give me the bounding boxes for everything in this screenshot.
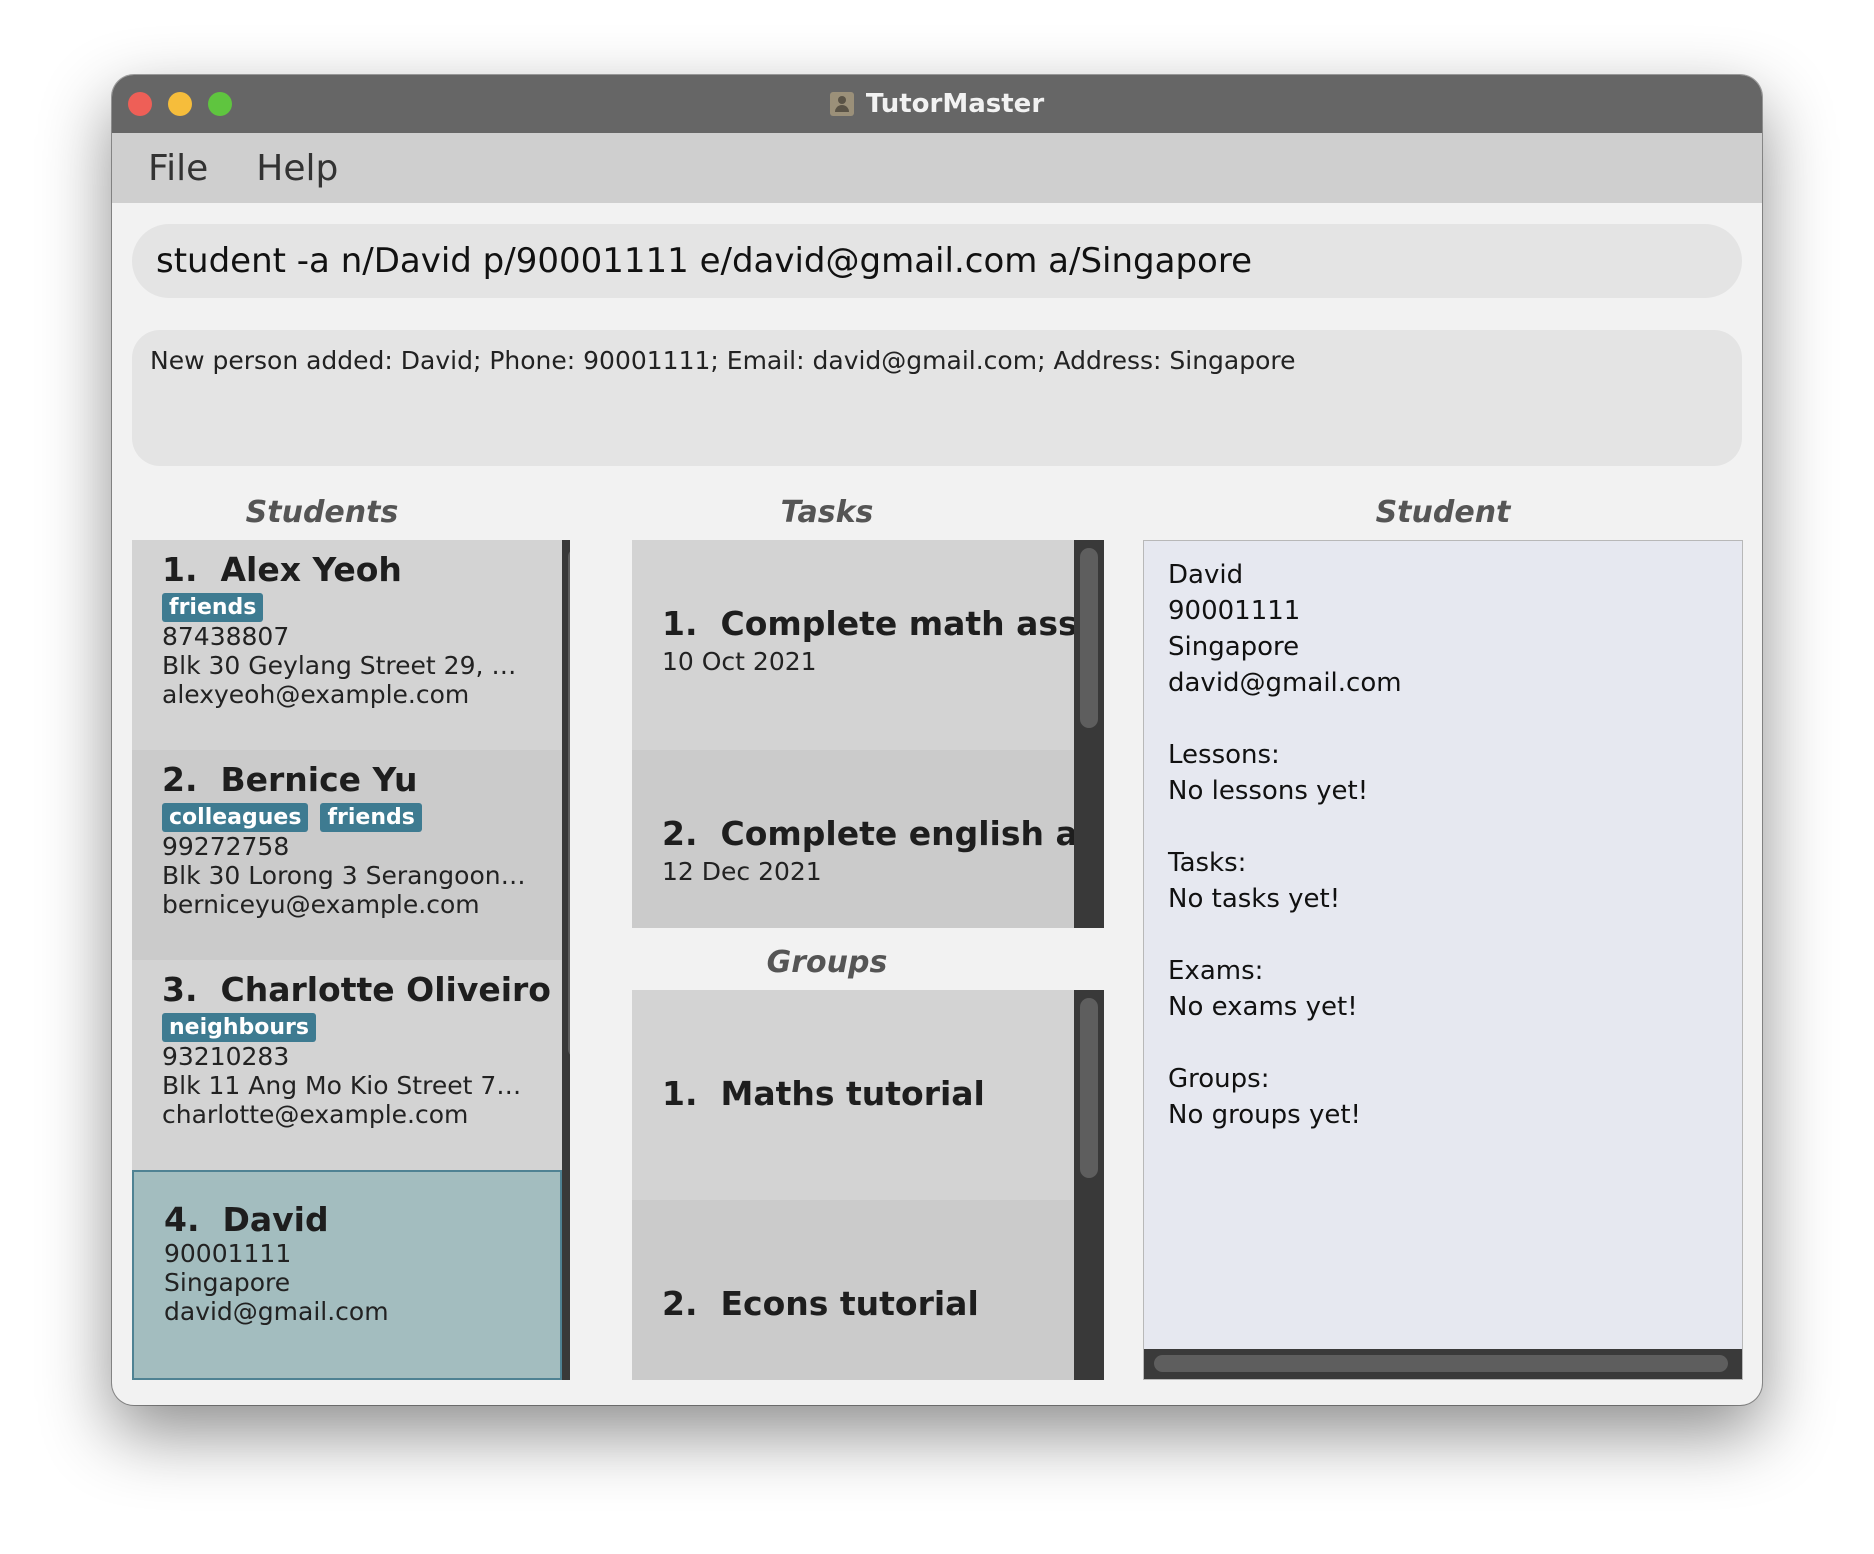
student-name: 3. Charlotte Oliveiro [162, 970, 551, 1009]
student-card[interactable]: 2. Bernice Yu colleagues friends 99272758… [132, 750, 562, 960]
tasks-scrollbar[interactable] [1074, 540, 1104, 928]
title-bar: TutorMaster [112, 75, 1762, 133]
task-name-text: Complete math assi... [720, 604, 1104, 643]
detail-lessons-value: No lessons yet! [1168, 776, 1369, 806]
student-index: 3. [162, 970, 198, 1009]
detail-email: david@gmail.com [1168, 668, 1402, 698]
student-phone: 87438807 [162, 622, 290, 651]
students-scrollbar-thumb[interactable] [568, 548, 570, 1058]
group-name-text: Maths tutorial [720, 1074, 985, 1113]
student-index: 2. [162, 760, 198, 799]
student-tag: friends [320, 803, 422, 832]
student-tag: friends [162, 593, 264, 622]
students-scrollbar[interactable] [562, 540, 570, 1380]
student-address: Blk 11 Ang Mo Kio Street 74, #... [162, 1071, 532, 1100]
tasks-panel-title: Tasks [780, 495, 874, 530]
task-date: 12 Dec 2021 [662, 857, 822, 886]
student-card[interactable]: 1. Alex Yeoh friends 87438807 Blk 30 Gey… [132, 540, 562, 750]
task-card[interactable]: 2. Complete english as... 12 Dec 2021 [632, 750, 1104, 928]
app-icon [829, 92, 854, 116]
detail-name: David [1168, 560, 1244, 590]
detail-horizontal-scrollbar[interactable] [1144, 1349, 1742, 1379]
task-index: 2. [662, 814, 698, 853]
student-name-text: Alex Yeoh [220, 550, 402, 589]
student-phone: 99272758 [162, 832, 290, 861]
student-index: 4. [164, 1200, 200, 1239]
student-address: Blk 30 Lorong 3 Serangoon G... [162, 861, 532, 890]
detail-tasks-value: No tasks yet! [1168, 884, 1341, 914]
student-address: Blk 30 Geylang Street 29, #06-... [162, 651, 532, 680]
window-controls [128, 92, 232, 116]
task-date: 10 Oct 2021 [662, 647, 817, 676]
group-name: 1. Maths tutorial [662, 1074, 1044, 1113]
student-name-text: Charlotte Oliveiro [220, 970, 551, 1009]
group-card[interactable]: 2. Econs tutorial [632, 1200, 1074, 1380]
minimize-window-button[interactable] [168, 92, 192, 116]
task-index: 1. [662, 604, 698, 643]
app-window: TutorMaster File Help student -a n/David… [112, 75, 1762, 1405]
student-email: david@gmail.com [164, 1297, 389, 1326]
student-name: 2. Bernice Yu [162, 760, 532, 799]
group-index: 2. [662, 1284, 698, 1323]
groups-panel-title: Groups [766, 945, 888, 980]
student-address: Singapore [164, 1268, 291, 1297]
detail-address: Singapore [1168, 632, 1300, 662]
maximize-window-button[interactable] [208, 92, 232, 116]
groups-scrollbar[interactable] [1074, 990, 1104, 1380]
detail-horizontal-scrollbar-thumb[interactable] [1154, 1355, 1728, 1372]
task-card[interactable]: 1. Complete math assi... 10 Oct 2021 [632, 540, 1104, 750]
student-email: berniceyu@example.com [162, 890, 480, 919]
detail-lessons-label: Lessons: [1168, 740, 1280, 770]
groups-scrollbar-thumb[interactable] [1080, 998, 1098, 1178]
task-name: 1. Complete math assi... [662, 604, 1104, 643]
student-tag: neighbours [162, 1013, 317, 1042]
detail-groups-label: Groups: [1168, 1064, 1270, 1094]
group-name-text: Econs tutorial [720, 1284, 979, 1323]
window-title: TutorMaster [865, 89, 1045, 119]
group-name: 2. Econs tutorial [662, 1284, 1044, 1323]
close-window-button[interactable] [128, 92, 152, 116]
groups-list[interactable]: 1. Maths tutorial 2. Econs tutorial [632, 990, 1104, 1380]
detail-phone: 90001111 [1168, 596, 1301, 626]
student-name-text: Bernice Yu [220, 760, 418, 799]
student-tag: colleagues [162, 803, 309, 832]
menu-bar: File Help [112, 133, 1762, 203]
group-index: 1. [662, 1074, 698, 1113]
detail-tasks-label: Tasks: [1168, 848, 1247, 878]
student-name: 4. David [164, 1200, 530, 1239]
student-name-text: David [222, 1200, 329, 1239]
student-name: 1. Alex Yeoh [162, 550, 532, 589]
detail-exams-value: No exams yet! [1168, 992, 1358, 1022]
student-card-selected[interactable]: 4. David 90001111 Singapore david@gmail.… [132, 1170, 562, 1380]
students-panel-title: Students [245, 495, 399, 530]
student-detail-panel: David 90001111 Singapore david@gmail.com… [1143, 540, 1743, 1380]
student-card[interactable]: 3. Charlotte Oliveiro neighbours 9321028… [132, 960, 562, 1170]
menu-file[interactable]: File [148, 148, 208, 189]
students-list[interactable]: 1. Alex Yeoh friends 87438807 Blk 30 Gey… [132, 540, 570, 1380]
student-email: alexyeoh@example.com [162, 680, 470, 709]
menu-help[interactable]: Help [256, 148, 338, 189]
result-display: New person added: David; Phone: 90001111… [132, 330, 1742, 466]
tasks-list[interactable]: 1. Complete math assi... 10 Oct 2021 2. … [632, 540, 1104, 928]
group-card[interactable]: 1. Maths tutorial [632, 990, 1074, 1200]
task-name-text: Complete english as... [720, 814, 1104, 853]
student-email: charlotte@example.com [162, 1100, 469, 1129]
student-phone: 90001111 [164, 1239, 292, 1268]
student-phone: 93210283 [162, 1042, 290, 1071]
command-input[interactable]: student -a n/David p/90001111 e/david@gm… [132, 224, 1742, 298]
task-name: 2. Complete english as... [662, 814, 1104, 853]
student-detail-title: Student [1375, 495, 1511, 530]
detail-groups-value: No groups yet! [1168, 1100, 1361, 1130]
student-index: 1. [162, 550, 198, 589]
detail-exams-label: Exams: [1168, 956, 1264, 986]
tasks-scrollbar-thumb[interactable] [1080, 548, 1098, 728]
